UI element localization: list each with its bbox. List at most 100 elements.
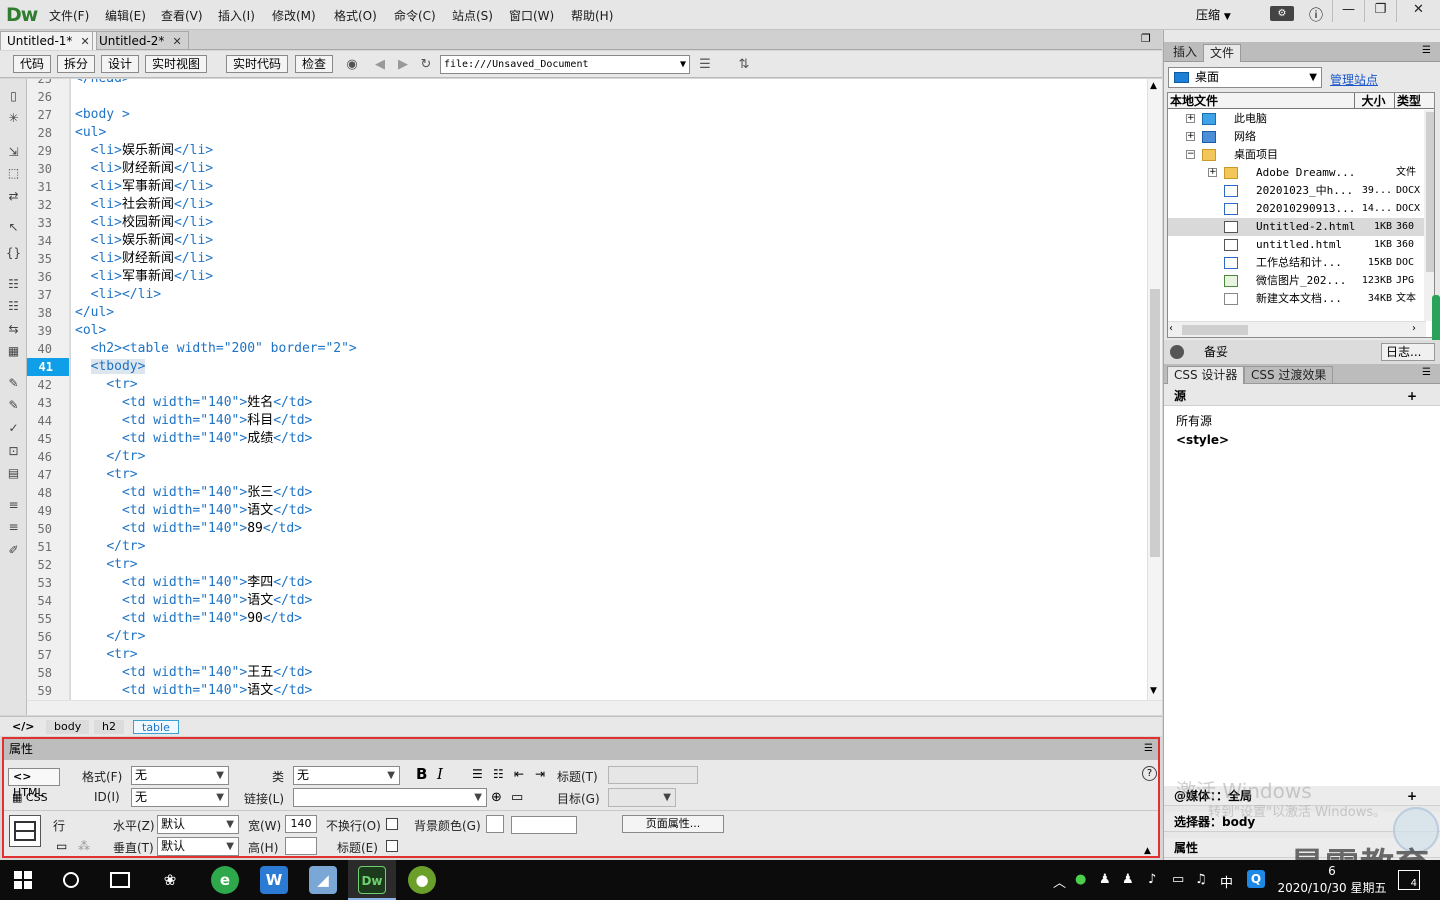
log-button[interactable]: 日志...	[1381, 343, 1435, 361]
code-view-button[interactable]: 代码	[13, 55, 52, 73]
target-select[interactable]: ▼	[608, 788, 676, 807]
code-line[interactable]: <tr>	[75, 466, 137, 484]
minimize-button[interactable]: —	[1332, 0, 1364, 22]
expand-all-icon[interactable]: ⇲	[5, 144, 22, 161]
highlight-icon[interactable]: ☷	[5, 298, 22, 315]
code-line[interactable]: <ol>	[75, 322, 106, 340]
tree-toggle-icon[interactable]: +	[1186, 114, 1195, 123]
code-line[interactable]: <body >	[75, 106, 130, 124]
network-icon[interactable]: ▭	[1172, 872, 1184, 887]
code-line[interactable]: <td width="140">语文</td>	[75, 592, 312, 610]
help-icon[interactable]: ?	[1142, 766, 1157, 781]
crumb-body[interactable]: body	[46, 720, 90, 734]
code-line[interactable]: <li>社会新闻</li>	[75, 196, 213, 214]
code-line[interactable]: <td width="140">王五</td>	[75, 664, 312, 682]
tree-toggle-icon[interactable]: +	[1186, 132, 1195, 141]
connect-icon[interactable]	[1170, 345, 1184, 359]
chevron-left-icon[interactable]: ‹	[1169, 323, 1173, 334]
code-line[interactable]: <tbody>	[75, 358, 146, 376]
indent-icon[interactable]: ≡	[5, 497, 22, 514]
code-editor[interactable]: </head> <body ><ul> <li>娱乐新闻</li> <li>财经新…	[71, 79, 1147, 700]
code-line[interactable]: </ul>	[75, 304, 114, 322]
volume-icon[interactable]: ♫	[1195, 872, 1207, 887]
code-line[interactable]: <li></li>	[75, 286, 161, 304]
height-input[interactable]	[285, 837, 317, 855]
windows-start-icon[interactable]	[14, 871, 32, 889]
code-line[interactable]: </tr>	[75, 448, 145, 466]
code-line[interactable]: <tr>	[75, 556, 137, 574]
code-line[interactable]: <li>娱乐新闻</li>	[75, 232, 213, 250]
panel-menu-icon[interactable]: ☰	[1422, 45, 1431, 56]
code-line[interactable]: <td width="140">90</td>	[75, 610, 302, 628]
code-line[interactable]: <ul>	[75, 124, 106, 142]
help-icon[interactable]: ⓘ	[1309, 5, 1323, 25]
tab-css-designer[interactable]: CSS 设计器	[1167, 366, 1245, 384]
forward-icon[interactable]: ▶	[395, 57, 411, 73]
code-line[interactable]: <li>军事新闻</li>	[75, 268, 213, 286]
code-line[interactable]: </tr>	[75, 538, 145, 556]
file-row[interactable]: + 网络	[1168, 128, 1426, 146]
qq2-icon[interactable]: ♟	[1122, 872, 1134, 887]
restore-button[interactable]: ❐	[1364, 0, 1396, 22]
code-vertical-scrollbar[interactable]: ▲ ▼	[1147, 79, 1162, 700]
browser-icon[interactable]: e	[211, 866, 239, 894]
globe-icon[interactable]: ◉	[344, 57, 360, 73]
file-row[interactable]: 微信图片_202... 123KB JPG	[1168, 272, 1426, 290]
file-row[interactable]: + Adobe Dreamw... 文件	[1168, 164, 1426, 182]
back-icon[interactable]: ◀	[372, 57, 388, 73]
select-icon[interactable]: ↖	[5, 219, 22, 236]
restore-doc-icon[interactable]: ❐	[1141, 32, 1151, 45]
split-view-button[interactable]: 拆分	[57, 55, 96, 73]
tab-files[interactable]: 文件	[1203, 44, 1242, 62]
tree-toggle-icon[interactable]: +	[1208, 168, 1217, 177]
italic-button[interactable]: I	[437, 765, 443, 783]
word-icon[interactable]: W	[260, 866, 288, 894]
scroll-thumb[interactable]	[1182, 325, 1248, 335]
close-icon[interactable]: ✕	[172, 35, 181, 48]
address-bar[interactable]: file:///Unsaved_Document ▼	[440, 55, 690, 74]
link-input[interactable]: ▼	[293, 788, 487, 807]
files-horizontal-scrollbar[interactable]: ‹ ›	[1168, 321, 1426, 337]
uncomment-icon[interactable]: ✎	[5, 397, 22, 414]
code-line[interactable]: <li>娱乐新闻</li>	[75, 142, 213, 160]
braces-icon[interactable]: {}	[5, 245, 22, 262]
live-code-button[interactable]: 实时代码	[226, 55, 289, 73]
tab-untitled-1[interactable]: Untitled-1* ✕	[0, 31, 97, 50]
file-transfer-icon[interactable]: ⇅	[736, 57, 752, 73]
code-line[interactable]: <li>财经新闻</li>	[75, 160, 213, 178]
menu-item[interactable]: 插入(I)	[218, 7, 255, 24]
bg-color-input[interactable]	[511, 816, 577, 834]
code-line[interactable]: <td width="140">语文</td>	[75, 682, 312, 700]
code-line[interactable]: </head>	[75, 79, 130, 88]
close-button[interactable]: ✕	[1396, 0, 1440, 22]
inspect-button[interactable]: 检查	[295, 55, 334, 73]
wechat-icon[interactable]: ●	[1075, 872, 1086, 887]
code-line[interactable]: <td width="140">科目</td>	[75, 412, 312, 430]
ime-indicator[interactable]: 中	[1220, 872, 1233, 891]
notification-bell-icon[interactable]: ♪	[1148, 872, 1156, 887]
panel-menu-icon[interactable]: ☰	[1144, 743, 1153, 754]
code-line[interactable]: <h2><table width="200" border="2">	[75, 340, 357, 358]
manage-sites-link[interactable]: 管理站点	[1330, 71, 1378, 88]
close-icon[interactable]: ✕	[80, 35, 89, 48]
workspace-select[interactable]: 压缩 ▼	[1196, 6, 1231, 23]
code-line[interactable]: <li>财经新闻</li>	[75, 250, 213, 268]
menu-item[interactable]: 窗口(W)	[509, 7, 554, 24]
extensions-icon[interactable]: ⚙	[1270, 6, 1294, 21]
outdent-icon[interactable]: ≡	[5, 519, 22, 536]
code-line[interactable]: <li>校园新闻</li>	[75, 214, 213, 232]
code-line[interactable]: <td width="140">语文</td>	[75, 502, 312, 520]
ordered-list-icon[interactable]: ☷	[493, 767, 504, 781]
tab-insert[interactable]: 插入	[1167, 44, 1203, 62]
scroll-up-icon[interactable]: ▲	[1150, 81, 1157, 91]
browse-folder-icon[interactable]: ▭	[511, 790, 523, 805]
file-row[interactable]: 工作总结和计... 15KB DOC	[1168, 254, 1426, 272]
menu-item[interactable]: 帮助(H)	[571, 7, 613, 24]
live-view-button[interactable]: 实时视图	[145, 55, 208, 73]
bold-button[interactable]: B	[416, 765, 427, 783]
menu-item[interactable]: 命令(C)	[394, 7, 436, 24]
nowrap-checkbox[interactable]	[386, 818, 398, 830]
app-icon-3[interactable]: ●	[408, 866, 436, 894]
q-app-icon[interactable]: Q	[1247, 870, 1265, 888]
chevron-right-icon[interactable]: ›	[1412, 323, 1416, 334]
